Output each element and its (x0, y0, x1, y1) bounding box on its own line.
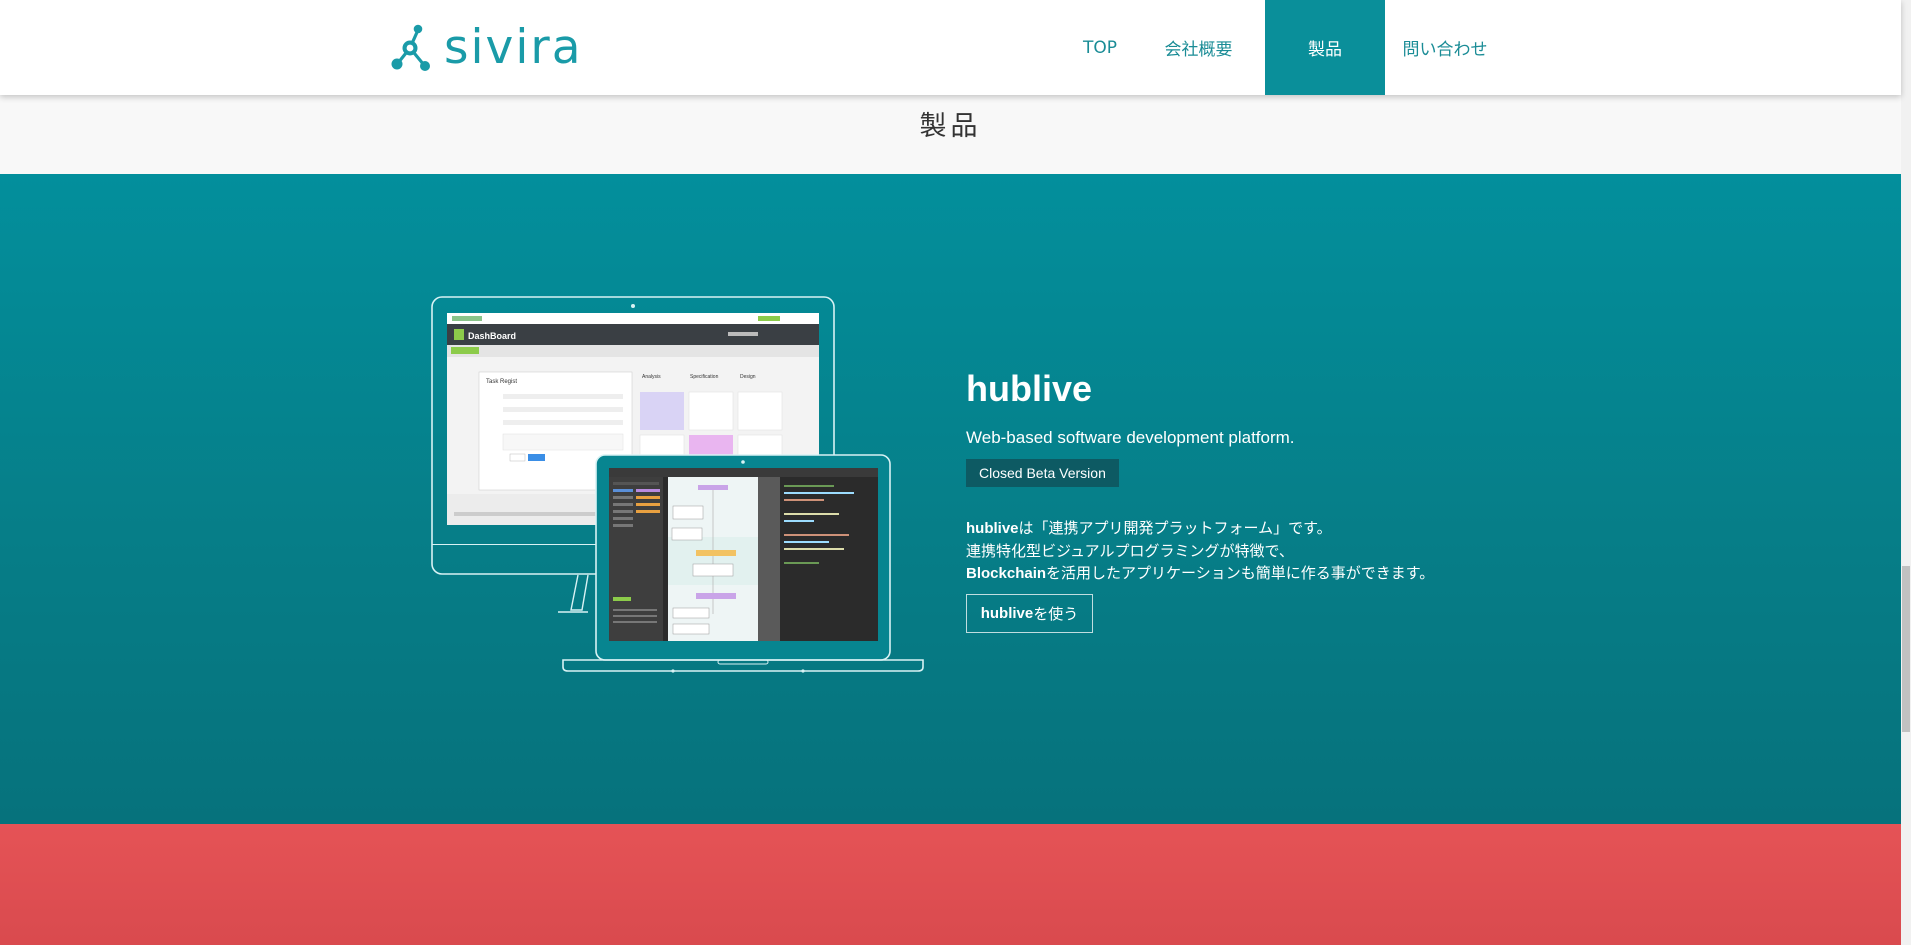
kanban-column-design: Design (740, 374, 756, 380)
product-tagline: Web-based software development platform. (966, 428, 1295, 447)
logo-molecule-icon (391, 24, 430, 71)
description-line-3: Blockchainを活用したアプリケーションも簡単に作る事ができます。 (966, 562, 1434, 585)
product-screenshot-illustration: DashBoard Task Regist Analysis Specifica… (431, 296, 924, 673)
description-line-2: 連携特化型ビジュアルプログラミングが特徴で、 (966, 542, 1294, 560)
nav-item-company[interactable]: 会社概要 (1132, 0, 1265, 95)
kanban-column-analysis: Analysis (642, 374, 661, 380)
use-hublive-button[interactable]: hublive を使う (966, 594, 1093, 633)
main-nav: TOP 会社概要 製品 問い合わせ (1068, 0, 1505, 95)
use-button-label: を使う (1033, 605, 1079, 623)
use-button-product-name: hublive (980, 605, 1034, 622)
description-blockchain: Blockchain (966, 565, 1047, 582)
nav-item-top[interactable]: TOP (1068, 0, 1132, 95)
page-scrollbar[interactable] (1901, 0, 1911, 945)
description-product-name: hublive (966, 520, 1019, 537)
task-panel-title: Task Regist (486, 379, 517, 385)
product-description: hubliveは「連携アプリ開発プラットフォーム」です。 連携特化型ビジュアルプ… (966, 517, 1434, 585)
next-section-band (0, 824, 1901, 945)
description-line-1-text: は「連携アプリ開発プラットフォーム」です。 (1018, 519, 1332, 537)
site-logo[interactable]: sivira (388, 21, 583, 73)
description-line-3-text: を活用したアプリケーションも簡単に作る事ができます。 (1046, 564, 1435, 582)
site-header: sivira TOP 会社概要 製品 問い合わせ (0, 0, 1901, 95)
nav-item-products[interactable]: 製品 (1265, 0, 1385, 95)
product-hero (0, 174, 1901, 824)
page-title: 製品 (919, 111, 982, 142)
beta-badge: Closed Beta Version (966, 459, 1119, 487)
logo-text: sivira (444, 19, 583, 75)
scrollbar-thumb[interactable] (1902, 566, 1910, 732)
description-line-1: hubliveは「連携アプリ開発プラットフォーム」です。 (966, 517, 1434, 540)
dashboard-title: DashBoard (468, 331, 516, 341)
kanban-column-specification: Specification (690, 374, 719, 380)
nav-item-contact[interactable]: 問い合わせ (1385, 0, 1505, 95)
product-name: hublive (966, 368, 1093, 409)
